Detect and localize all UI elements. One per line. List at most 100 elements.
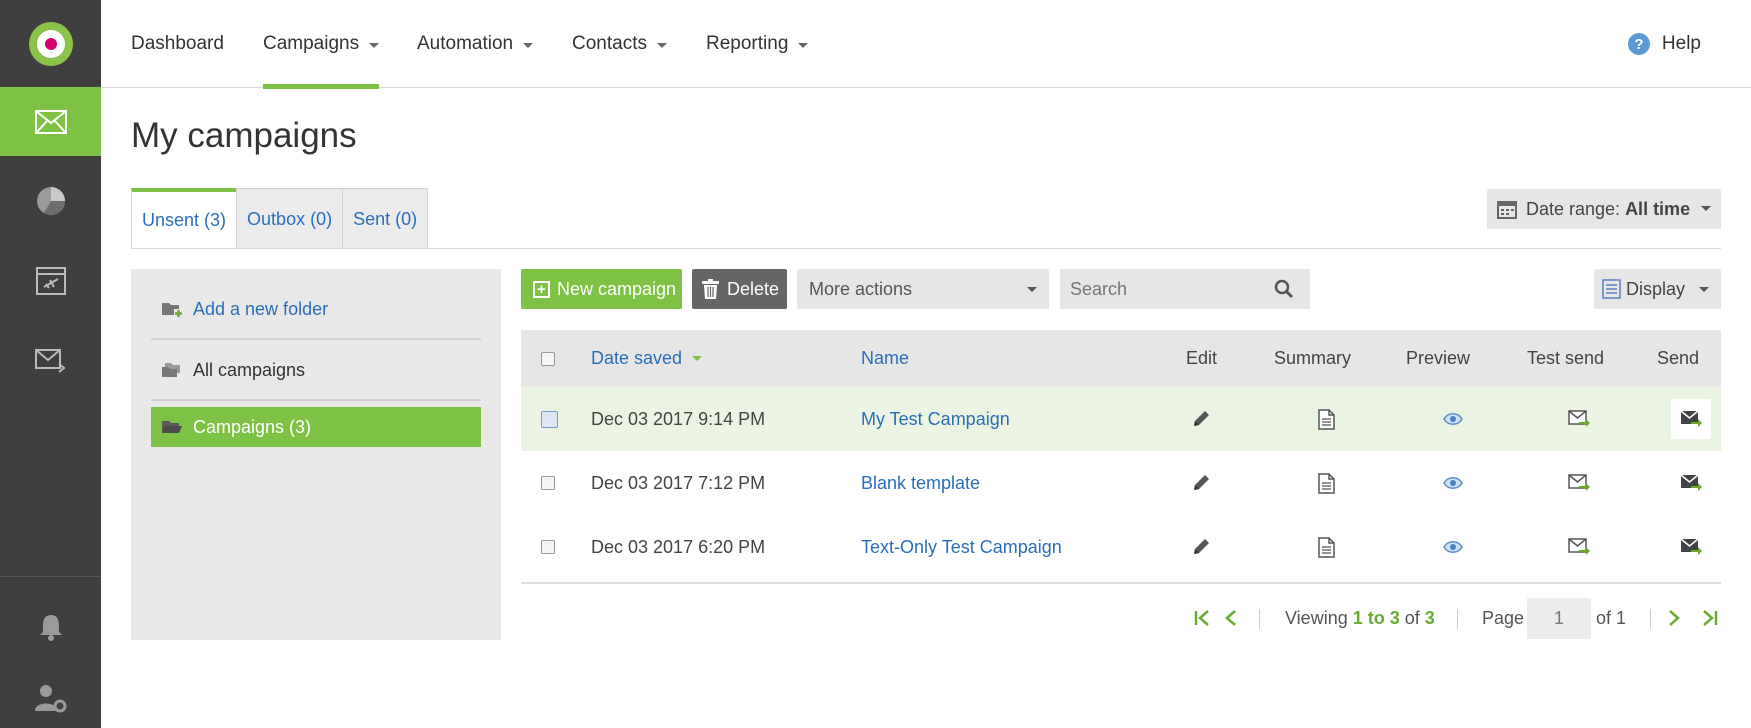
nav-automation[interactable]: Automation [417, 0, 534, 88]
last-page-icon[interactable] [1700, 609, 1718, 627]
table-header: Date saved Name Edit Summary Preview Tes… [521, 330, 1721, 387]
rail-divider [0, 576, 101, 577]
pager-range: 1 to 3 [1352, 607, 1400, 628]
question-icon: ? [1627, 33, 1650, 55]
previous-page-icon[interactable] [1224, 609, 1238, 627]
row-checkbox[interactable] [541, 451, 555, 515]
date-saved-header-label: Date saved [591, 348, 683, 368]
name-header[interactable]: Name [861, 330, 909, 387]
pager-of-label: of [1404, 607, 1420, 628]
help-label: Help [1661, 33, 1701, 54]
pager-total: 3 [1424, 607, 1435, 628]
pager-divider [1457, 609, 1458, 629]
edit-button[interactable] [1181, 515, 1221, 579]
send-button[interactable] [1671, 515, 1711, 579]
eye-icon [1443, 413, 1463, 425]
date-saved-cell: Dec 03 2017 6:20 PM [591, 536, 766, 557]
new-campaign-button[interactable]: + New campaign [521, 269, 682, 309]
chevron-down-icon [1699, 287, 1709, 292]
bell-icon [39, 614, 62, 641]
table-footer-line [521, 582, 1721, 584]
more-actions-dropdown[interactable]: More actions [797, 269, 1049, 309]
date-range-dropdown[interactable]: Date range: All time [1487, 189, 1721, 229]
select-all-checkbox[interactable] [541, 330, 555, 387]
pencil-icon [1194, 539, 1209, 554]
display-dropdown[interactable]: Display [1594, 269, 1721, 309]
send-button[interactable] [1671, 451, 1711, 515]
tab-unsent[interactable]: Unsent (3) [131, 188, 238, 249]
test-send-icon [1568, 410, 1590, 427]
left-rail [0, 0, 101, 728]
folder-all-campaigns[interactable]: All campaigns [151, 340, 481, 400]
edit-button[interactable] [1181, 451, 1221, 515]
date-saved-header[interactable]: Date saved [591, 330, 703, 387]
page-number-input[interactable] [1527, 598, 1591, 639]
nav-dashboard-label: Dashboard [131, 33, 224, 54]
delete-button[interactable]: Delete [692, 269, 787, 309]
date-range-label: Date range: [1526, 198, 1621, 219]
tab-sent[interactable]: Sent (0) [342, 188, 429, 249]
table-row[interactable]: Dec 03 2017 9:14 PM My Test Campaign [521, 387, 1721, 451]
edit-button[interactable] [1181, 387, 1221, 451]
add-folder-icon [162, 303, 183, 318]
folder-all-label: All campaigns [193, 359, 306, 380]
chevron-down-icon [523, 42, 534, 48]
page-title: My campaigns [131, 116, 357, 155]
campaign-name-link[interactable]: My Test Campaign [861, 387, 1010, 451]
edit-header: Edit [1186, 348, 1218, 368]
test-send-button[interactable] [1559, 451, 1599, 515]
send-button[interactable] [1671, 387, 1711, 451]
campaign-name-link[interactable]: Blank template [861, 451, 980, 515]
summary-button[interactable] [1306, 451, 1346, 515]
table-row[interactable]: Dec 03 2017 6:20 PM Text-Only Test Campai… [521, 515, 1721, 579]
help-link[interactable]: ? Help [1627, 0, 1701, 88]
date-range-value: All time [1625, 198, 1691, 219]
test-send-button[interactable] [1559, 387, 1599, 451]
app-logo[interactable] [0, 0, 101, 87]
add-folder-button[interactable]: Add a new folder [151, 279, 481, 339]
sort-desc-icon [692, 356, 703, 361]
row-checkbox[interactable] [541, 387, 558, 451]
search-input[interactable] [1060, 269, 1310, 309]
folder-campaigns[interactable]: Campaigns (3) [151, 407, 481, 447]
automation-rail-button[interactable] [0, 246, 101, 315]
row-checkbox[interactable] [541, 515, 555, 579]
preview-button[interactable] [1433, 387, 1473, 451]
envelope-code-icon [34, 348, 66, 373]
summary-button[interactable] [1306, 515, 1346, 579]
search-icon[interactable] [1274, 279, 1294, 299]
notifications-rail-button[interactable] [0, 592, 101, 661]
tab-outbox[interactable]: Outbox (0) [236, 188, 344, 249]
preview-button[interactable] [1433, 515, 1473, 579]
test-send-button[interactable] [1559, 515, 1599, 579]
list-view-icon [1602, 279, 1621, 299]
send-icon [1680, 474, 1702, 491]
user-gear-icon [34, 684, 66, 712]
nav-dashboard[interactable]: Dashboard [131, 0, 224, 88]
next-page-icon[interactable] [1667, 609, 1681, 627]
pager-viewing-label: Viewing [1285, 607, 1348, 628]
document-icon [1317, 472, 1335, 494]
nav-contacts[interactable]: Contacts [572, 0, 667, 88]
nav-contacts-label: Contacts [572, 33, 647, 54]
nav-automation-label: Automation [417, 33, 514, 54]
document-icon [1317, 536, 1335, 558]
send-header: Send [1657, 348, 1700, 368]
transactional-rail-button[interactable] [0, 326, 101, 395]
send-icon [1680, 538, 1702, 555]
campaign-name-link[interactable]: Text-Only Test Campaign [861, 515, 1062, 579]
nav-reporting[interactable]: Reporting [706, 0, 809, 88]
delete-label: Delete [727, 278, 780, 299]
first-page-icon[interactable] [1194, 609, 1212, 627]
page-count-label: of 1 [1596, 607, 1627, 628]
folder-divider [151, 399, 481, 401]
reports-rail-button[interactable] [0, 166, 101, 235]
more-actions-label: More actions [809, 278, 913, 299]
table-row[interactable]: Dec 03 2017 7:12 PM Blank template [521, 451, 1721, 515]
summary-button[interactable] [1306, 387, 1346, 451]
preview-button[interactable] [1433, 451, 1473, 515]
nav-campaigns[interactable]: Campaigns [263, 0, 380, 89]
campaigns-rail-button[interactable] [0, 87, 101, 156]
account-settings-rail-button[interactable] [0, 663, 101, 728]
trash-icon [702, 279, 719, 299]
